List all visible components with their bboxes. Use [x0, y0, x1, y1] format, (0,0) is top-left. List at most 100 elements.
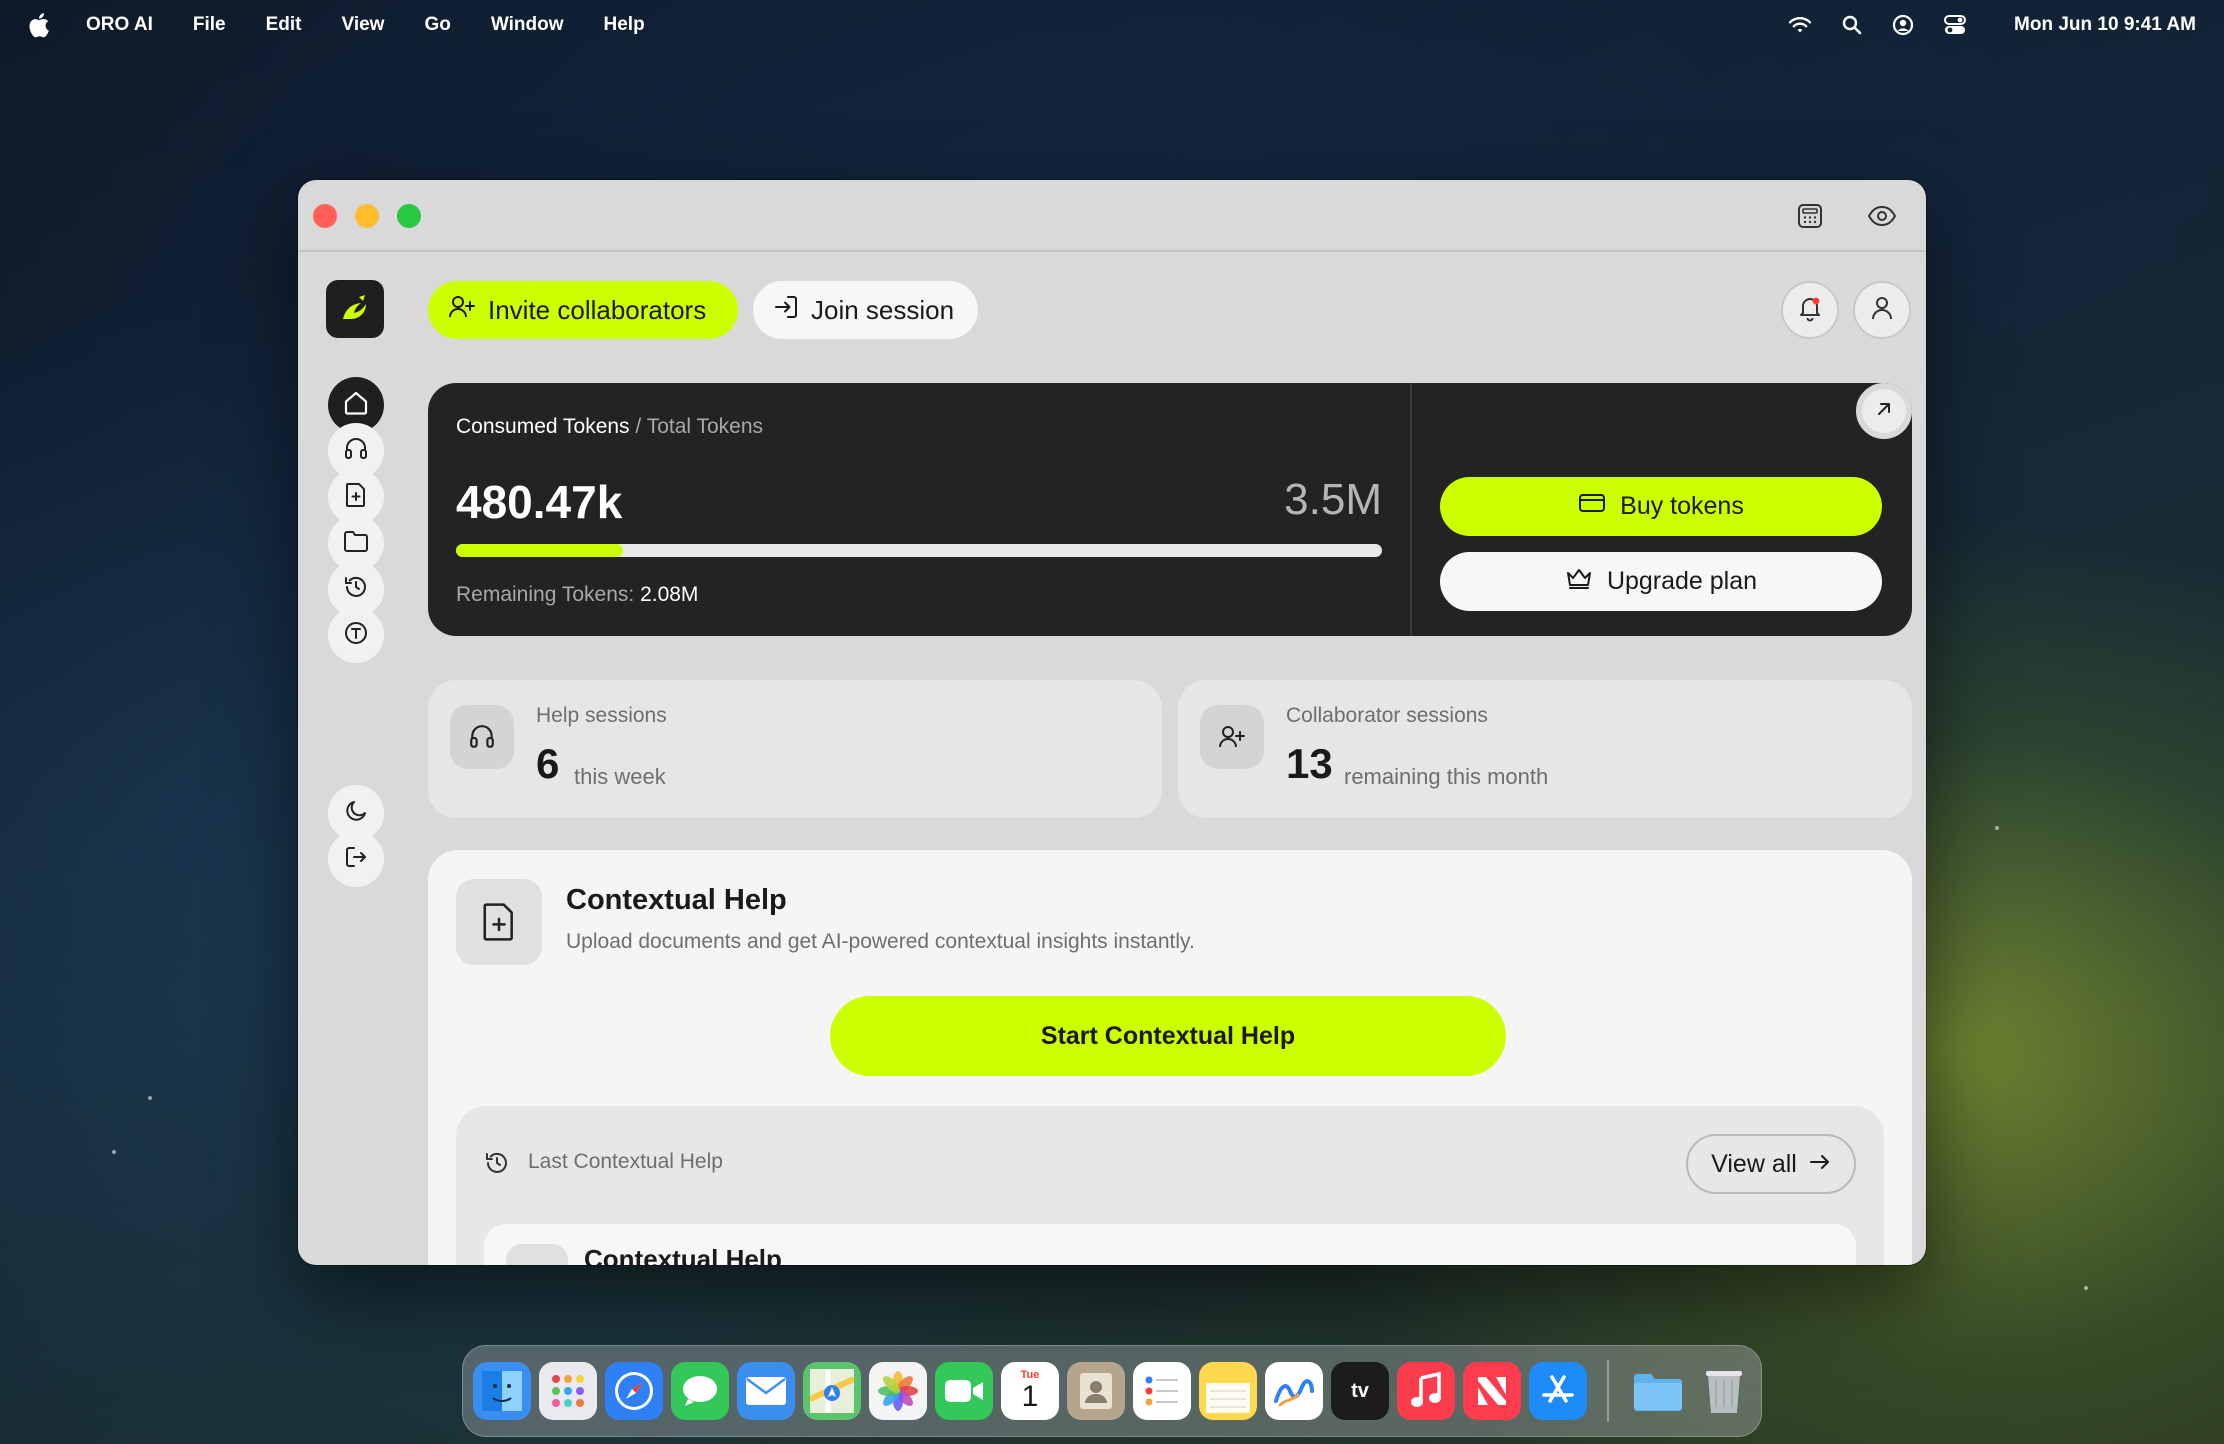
dock-downloads-folder[interactable] [1629, 1362, 1687, 1420]
wifi-icon[interactable] [1788, 16, 1812, 34]
token-separator: / [629, 415, 647, 438]
control-center-icon[interactable] [1944, 15, 1967, 35]
user-circle-icon[interactable] [1892, 14, 1914, 36]
menu-window[interactable]: Window [491, 14, 564, 36]
view-all-button[interactable]: View all [1686, 1134, 1856, 1194]
menu-file[interactable]: File [193, 14, 226, 36]
help-sessions-card[interactable]: Help sessions 6 this week [428, 680, 1162, 818]
start-contextual-help-button[interactable]: Start Contextual Help [830, 996, 1506, 1076]
bell-icon [1796, 294, 1824, 327]
app-logo[interactable] [326, 280, 384, 338]
user-plus-icon [448, 294, 476, 327]
search-icon[interactable] [1842, 15, 1862, 35]
help-sessions-period: this week [574, 764, 666, 789]
expand-tokens-button[interactable] [1856, 383, 1912, 439]
contextual-help-card: Contextual Help Upload documents and get… [428, 850, 1912, 1265]
logout-button[interactable] [328, 831, 384, 887]
app-window: Invite collaborators Join session Consum… [298, 180, 1926, 1265]
dock-music[interactable] [1397, 1362, 1455, 1420]
dock-calendar[interactable]: Tue 1 [1001, 1362, 1059, 1420]
dock: Tue 1 tv [462, 1345, 1762, 1437]
buy-tokens-button[interactable]: Buy tokens [1440, 477, 1882, 536]
dock-mail[interactable] [737, 1362, 795, 1420]
invite-collaborators-button[interactable]: Invite collaborators [428, 281, 738, 339]
close-window-button[interactable] [313, 204, 337, 228]
dock-launchpad[interactable] [539, 1362, 597, 1420]
menu-app-name[interactable]: ORO AI [86, 14, 153, 36]
profile-button[interactable] [1853, 281, 1911, 339]
eye-icon[interactable] [1866, 200, 1898, 232]
apple-icon[interactable] [28, 12, 50, 38]
menu-view[interactable]: View [341, 14, 384, 36]
dock-reminders[interactable] [1133, 1362, 1191, 1420]
token-progress-bar [456, 544, 1382, 557]
dock-app-store[interactable] [1529, 1362, 1587, 1420]
dock-news[interactable] [1463, 1362, 1521, 1420]
menu-go[interactable]: Go [424, 14, 450, 36]
document-plus-icon [456, 879, 542, 965]
join-session-label: Join session [811, 294, 955, 325]
menu-clock[interactable]: Mon Jun 10 9:41 AM [2014, 14, 2196, 36]
help-sessions-title: Help sessions [536, 704, 667, 727]
join-session-button[interactable]: Join session [753, 281, 978, 339]
dock-notes[interactable] [1199, 1362, 1257, 1420]
upgrade-plan-button[interactable]: Upgrade plan [1440, 552, 1882, 611]
contextual-help-title: Contextual Help [566, 884, 787, 916]
dock-facetime[interactable] [935, 1362, 993, 1420]
token-usage-card: Consumed Tokens / Total Tokens 480.47k 3… [428, 383, 1912, 636]
menu-help[interactable]: Help [604, 14, 645, 36]
arrow-right-icon [1809, 1150, 1831, 1179]
calculator-icon[interactable] [1794, 200, 1826, 232]
headset-icon [343, 436, 369, 467]
help-sessions-count: 6 [536, 740, 560, 787]
star [148, 1096, 152, 1100]
user-plus-icon [1200, 705, 1264, 769]
invite-collaborators-label: Invite collaborators [488, 294, 707, 325]
folder-icon [343, 529, 369, 558]
consumed-tokens-label: Consumed Tokens [456, 415, 630, 438]
dock-tv[interactable]: tv [1331, 1362, 1389, 1420]
dock-photos[interactable] [869, 1362, 927, 1420]
buy-tokens-label: Buy tokens [1620, 492, 1744, 520]
document-plus-icon [344, 482, 368, 513]
list-item-title: Contextual Help [584, 1244, 782, 1265]
headset-icon [450, 705, 514, 769]
token-icon [343, 620, 369, 651]
menu-edit[interactable]: Edit [266, 14, 302, 36]
logout-icon [344, 845, 368, 874]
nav-tokens[interactable] [328, 607, 384, 663]
collaborator-sessions-card[interactable]: Collaborator sessions 13 remaining this … [1178, 680, 1912, 818]
collaborator-sessions-count: 13 [1286, 740, 1333, 787]
dock-separator [1607, 1360, 1609, 1422]
card-divider [1410, 383, 1412, 636]
collaborator-sessions-title: Collaborator sessions [1286, 704, 1488, 727]
notifications-button[interactable] [1781, 281, 1839, 339]
collaborator-sessions-period: remaining this month [1344, 764, 1549, 789]
dock-contacts[interactable] [1067, 1362, 1125, 1420]
dock-messages[interactable] [671, 1362, 729, 1420]
dock-freeform[interactable] [1265, 1362, 1323, 1420]
document-icon [506, 1244, 568, 1265]
dock-maps[interactable] [803, 1362, 861, 1420]
user-icon [1869, 295, 1895, 326]
star [2084, 1286, 2088, 1290]
calendar-day: 1 [1021, 1380, 1039, 1413]
total-tokens-label: Total Tokens [646, 415, 764, 438]
consumed-tokens-value: 480.47k [456, 476, 623, 528]
last-contextual-help-label: Last Contextual Help [528, 1150, 723, 1173]
login-icon [773, 294, 799, 327]
dock-trash[interactable] [1695, 1362, 1753, 1420]
history-icon [343, 574, 369, 605]
dock-safari[interactable] [605, 1362, 663, 1420]
list-item[interactable]: Contextual Help [484, 1224, 1856, 1265]
remaining-tokens-value: 2.08M [640, 583, 699, 606]
upgrade-plan-label: Upgrade plan [1606, 567, 1758, 595]
last-contextual-help-panel: Last Contextual Help View all Contextual… [456, 1106, 1884, 1265]
arrow-up-right-icon [1874, 399, 1894, 424]
dock-finder[interactable] [473, 1362, 531, 1420]
title-bar [298, 180, 1926, 252]
minimize-window-button[interactable] [355, 204, 379, 228]
remaining-tokens: Remaining Tokens: 2.08M [456, 583, 698, 607]
star [1995, 826, 1999, 830]
zoom-window-button[interactable] [397, 204, 421, 228]
